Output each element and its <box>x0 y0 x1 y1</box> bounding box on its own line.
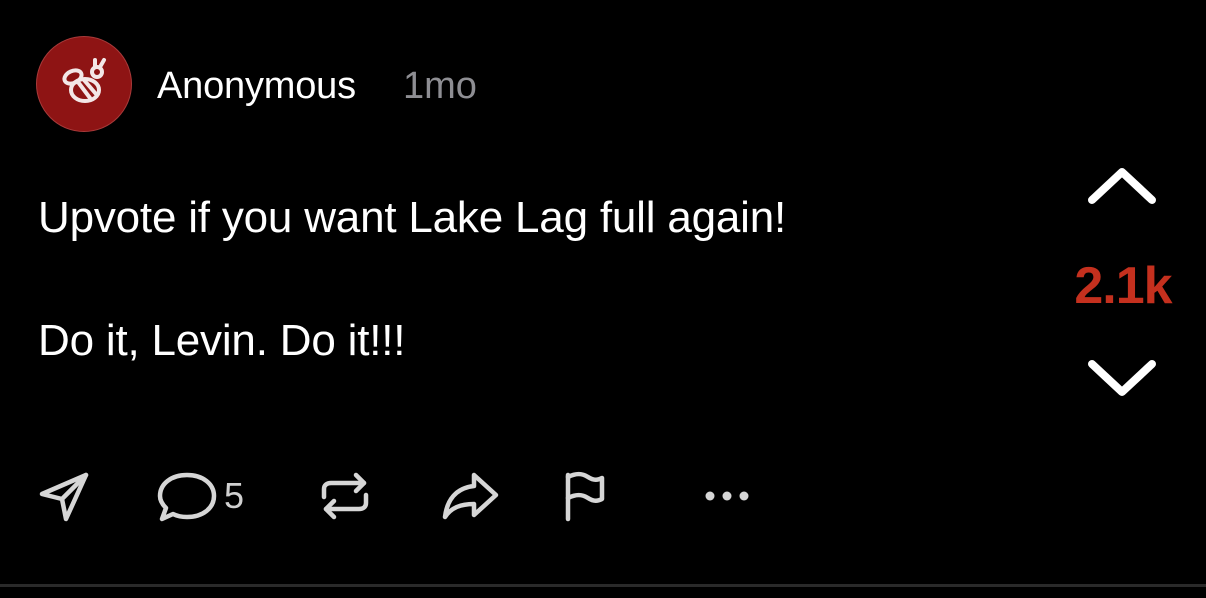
upvote-button[interactable] <box>1082 160 1162 216</box>
repost-icon <box>321 472 369 520</box>
more-icon <box>705 491 749 501</box>
downvote-button[interactable] <box>1082 350 1162 406</box>
chevron-down-icon <box>1088 360 1156 396</box>
send-icon <box>39 472 89 522</box>
post-timestamp: 1mo <box>403 65 477 107</box>
chevron-up-icon <box>1088 168 1156 204</box>
bee-logo-icon <box>62 58 106 103</box>
flag-icon <box>565 471 605 522</box>
author-name: Anonymous <box>157 65 356 107</box>
post-card: Anonymous 1mo Upvote if you want Lake La… <box>0 0 1206 586</box>
share-icon <box>442 472 499 520</box>
post-body-line-2: Do it, Levin. Do it!!! <box>38 316 406 365</box>
vote-control: 2.1k <box>1060 160 1186 410</box>
avatar[interactable] <box>36 36 132 132</box>
action-bar: 5 <box>36 466 776 526</box>
comment-icon <box>157 472 217 522</box>
divider <box>0 584 1206 587</box>
share-button[interactable] <box>440 466 500 526</box>
post-body-line-1: Upvote if you want Lake Lag full again! <box>38 193 787 242</box>
comment-count: 5 <box>224 475 245 516</box>
comment-button[interactable]: 5 <box>156 466 244 526</box>
send-button[interactable] <box>36 466 94 526</box>
repost-button[interactable] <box>316 466 374 526</box>
more-options-button[interactable] <box>700 466 756 526</box>
vote-count: 2.1k <box>1074 257 1172 315</box>
flag-button[interactable] <box>560 466 608 526</box>
